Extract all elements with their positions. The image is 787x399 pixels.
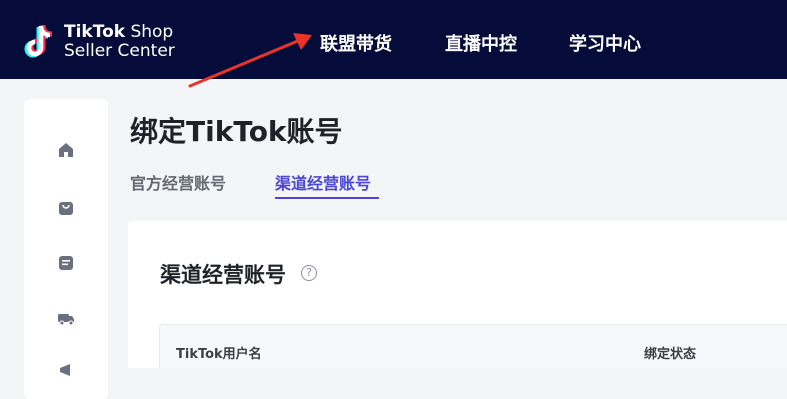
nav-item-affiliate[interactable]: 联盟带货 (320, 30, 392, 56)
marketing-icon[interactable] (57, 361, 75, 379)
help-icon[interactable]: ? (301, 265, 317, 281)
shopping-bag-icon[interactable] (57, 199, 75, 217)
active-tab-indicator (275, 197, 379, 199)
tab-channel-account[interactable]: 渠道经营账号 (275, 170, 371, 194)
logo-title-bold: TikTok (64, 22, 126, 42)
card-title: 渠道经营账号 (160, 263, 286, 287)
tiktok-shop-logo[interactable]: TikTok Shop Seller Center (24, 20, 175, 64)
nav-item-learning-center[interactable]: 学习中心 (569, 30, 641, 56)
column-header-binding-status: 绑定状态 (644, 347, 697, 362)
logo-text: TikTok Shop Seller Center (64, 23, 175, 61)
nav-item-live-control[interactable]: 直播中控 (445, 30, 517, 56)
truck-icon[interactable] (57, 309, 75, 327)
home-icon[interactable] (57, 141, 75, 159)
tab-official-account[interactable]: 官方经营账号 (130, 170, 226, 194)
top-navigation-bar: TikTok Shop Seller Center 联盟带货 直播中控 学习中心 (0, 0, 787, 79)
tiktok-logo-icon (24, 20, 58, 64)
page-title: 绑定TikTok账号 (130, 115, 343, 148)
sidebar (24, 99, 108, 399)
column-header-username: TikTok用户名 (176, 347, 262, 362)
logo-title: TikTok Shop (64, 23, 175, 42)
logo-subtitle: Seller Center (64, 41, 175, 61)
logo-title-rest: Shop (125, 22, 174, 42)
orders-icon[interactable] (57, 254, 75, 272)
